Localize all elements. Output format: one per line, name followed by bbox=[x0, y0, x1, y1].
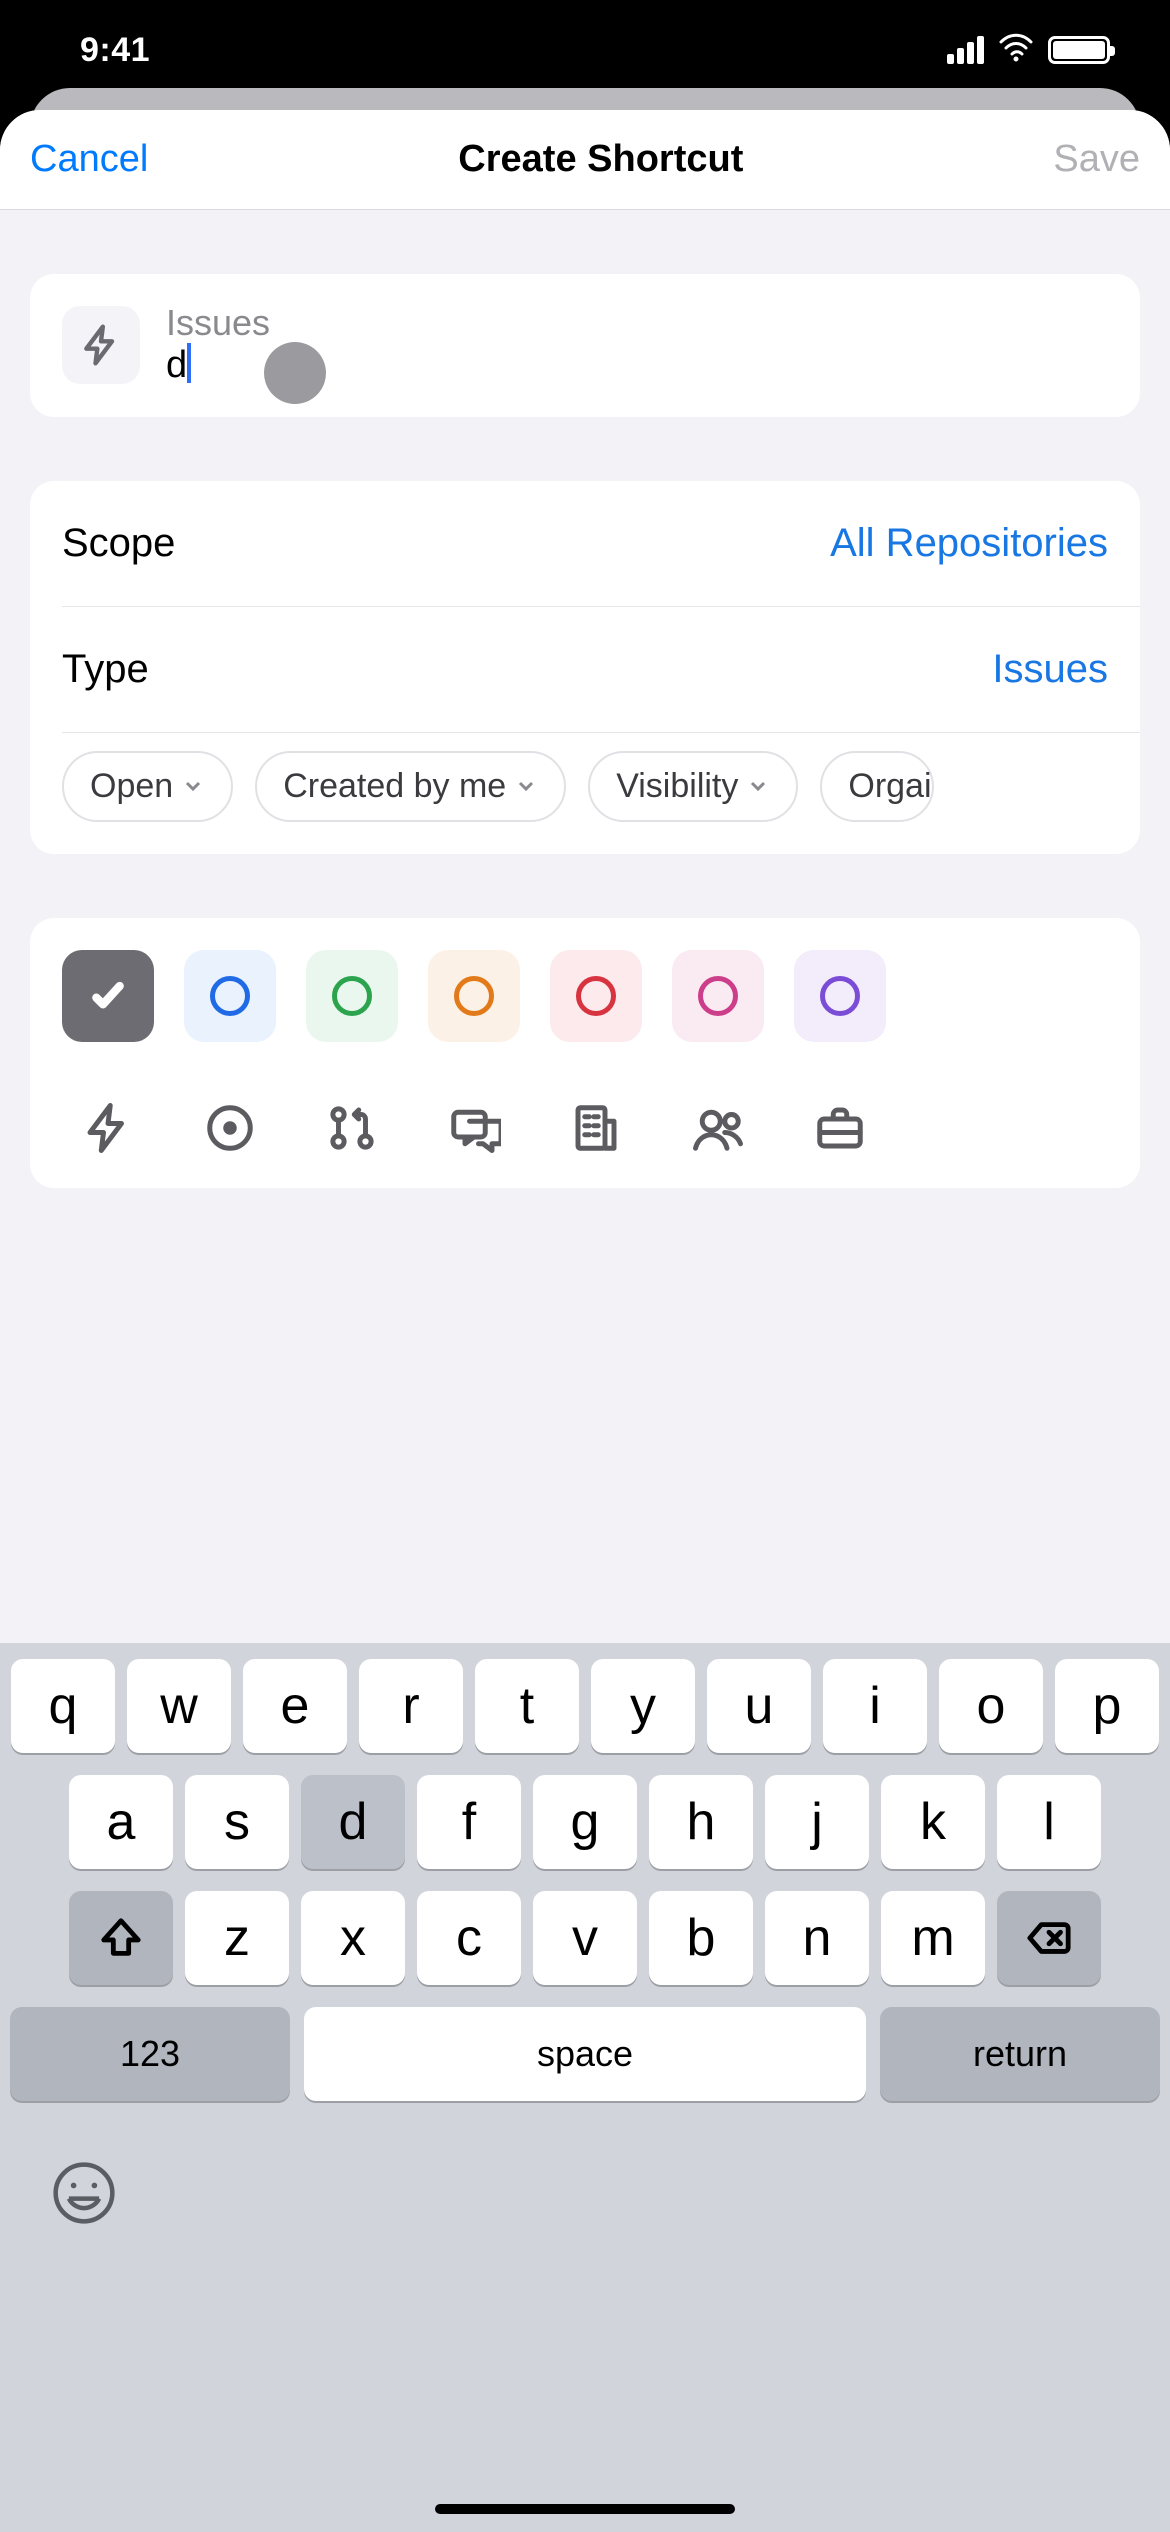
save-button[interactable]: Save bbox=[1053, 138, 1140, 181]
shortcut-name-value: d bbox=[166, 343, 187, 389]
key-z[interactable]: z bbox=[185, 1891, 289, 1985]
bolt-icon bbox=[81, 1101, 135, 1155]
organization-icon bbox=[569, 1101, 623, 1155]
shift-icon bbox=[98, 1915, 144, 1961]
icon-option-issue[interactable] bbox=[184, 1100, 276, 1156]
cancel-button[interactable]: Cancel bbox=[30, 138, 148, 181]
chip-label: Visibility bbox=[616, 767, 738, 806]
color-swatch[interactable] bbox=[550, 950, 642, 1042]
chip-label: Orgai bbox=[848, 767, 931, 806]
people-icon bbox=[691, 1101, 745, 1155]
color-swatch[interactable] bbox=[428, 950, 520, 1042]
color-swatch[interactable] bbox=[672, 950, 764, 1042]
emoji-key[interactable] bbox=[50, 2159, 118, 2227]
key-k[interactable]: k bbox=[881, 1775, 985, 1869]
issue-icon bbox=[203, 1101, 257, 1155]
key-h[interactable]: h bbox=[649, 1775, 753, 1869]
key-q[interactable]: q bbox=[11, 1659, 115, 1753]
key-w[interactable]: w bbox=[127, 1659, 231, 1753]
numbers-key[interactable]: 123 bbox=[10, 2007, 290, 2101]
chip-label: Open bbox=[90, 767, 173, 806]
status-time: 9:41 bbox=[80, 31, 150, 70]
chevron-down-icon bbox=[514, 774, 538, 798]
emoji-icon bbox=[50, 2159, 118, 2227]
home-indicator[interactable] bbox=[435, 2504, 735, 2514]
wifi-icon bbox=[998, 30, 1034, 71]
key-d[interactable]: d bbox=[301, 1775, 405, 1869]
cellular-icon bbox=[947, 36, 984, 64]
bolt-icon bbox=[79, 323, 123, 367]
color-swatch[interactable] bbox=[794, 950, 886, 1042]
filter-chip-created-by-me[interactable]: Created by me bbox=[255, 751, 566, 822]
key-m[interactable]: m bbox=[881, 1891, 985, 1985]
shortcut-name-card: Issues d bbox=[30, 274, 1140, 417]
shortcut-icon-button[interactable] bbox=[62, 306, 140, 384]
key-a[interactable]: a bbox=[69, 1775, 173, 1869]
text-caret bbox=[187, 343, 191, 383]
key-p[interactable]: p bbox=[1055, 1659, 1159, 1753]
battery-icon bbox=[1048, 36, 1110, 64]
key-l[interactable]: l bbox=[997, 1775, 1101, 1869]
filter-chip-visibility[interactable]: Visibility bbox=[588, 751, 798, 822]
key-o[interactable]: o bbox=[939, 1659, 1043, 1753]
touch-indicator bbox=[264, 342, 326, 404]
color-swatch-selected[interactable] bbox=[62, 950, 154, 1042]
icon-picker-row bbox=[62, 1100, 1108, 1156]
discussion-icon bbox=[447, 1101, 501, 1155]
type-label: Type bbox=[62, 647, 149, 692]
key-v[interactable]: v bbox=[533, 1891, 637, 1985]
type-row[interactable]: Type Issues bbox=[30, 607, 1140, 732]
appearance-card bbox=[30, 918, 1140, 1188]
color-swatch[interactable] bbox=[306, 950, 398, 1042]
backspace-icon bbox=[1026, 1915, 1072, 1961]
icon-option-discussion[interactable] bbox=[428, 1100, 520, 1156]
color-picker-row bbox=[62, 950, 1108, 1042]
key-y[interactable]: y bbox=[591, 1659, 695, 1753]
icon-option-people[interactable] bbox=[672, 1100, 764, 1156]
type-value: Issues bbox=[992, 647, 1108, 692]
key-r[interactable]: r bbox=[359, 1659, 463, 1753]
icon-option-briefcase[interactable] bbox=[794, 1100, 886, 1156]
filter-chip-organization[interactable]: Orgai bbox=[820, 751, 933, 822]
return-key[interactable]: return bbox=[880, 2007, 1160, 2101]
icon-option-pull-request[interactable] bbox=[306, 1100, 398, 1156]
status-bar: 9:41 bbox=[0, 0, 1170, 100]
key-i[interactable]: i bbox=[823, 1659, 927, 1753]
icon-option-organization[interactable] bbox=[550, 1100, 642, 1156]
nav-header: Cancel Create Shortcut Save bbox=[0, 110, 1170, 210]
key-s[interactable]: s bbox=[185, 1775, 289, 1869]
space-key[interactable]: space bbox=[304, 2007, 866, 2101]
key-x[interactable]: x bbox=[301, 1891, 405, 1985]
scope-label: Scope bbox=[62, 521, 175, 566]
pull-request-icon bbox=[325, 1101, 379, 1155]
key-t[interactable]: t bbox=[475, 1659, 579, 1753]
key-g[interactable]: g bbox=[533, 1775, 637, 1869]
filter-chips-row[interactable]: Open Created by me Visibility Orgai bbox=[30, 733, 1140, 854]
key-j[interactable]: j bbox=[765, 1775, 869, 1869]
check-icon bbox=[88, 976, 128, 1016]
settings-card: Scope All Repositories Type Issues Open … bbox=[30, 481, 1140, 854]
key-c[interactable]: c bbox=[417, 1891, 521, 1985]
filter-chip-open[interactable]: Open bbox=[62, 751, 233, 822]
scope-value: All Repositories bbox=[830, 521, 1108, 566]
key-u[interactable]: u bbox=[707, 1659, 811, 1753]
chip-label: Created by me bbox=[283, 767, 506, 806]
backspace-key[interactable] bbox=[997, 1891, 1101, 1985]
icon-option-bolt[interactable] bbox=[62, 1100, 154, 1156]
shift-key[interactable] bbox=[69, 1891, 173, 1985]
ios-keyboard: qwertyuiop asdfghjkl zxcvbnm 123 space r… bbox=[0, 1643, 1170, 2532]
key-b[interactable]: b bbox=[649, 1891, 753, 1985]
status-icons bbox=[947, 30, 1110, 71]
key-n[interactable]: n bbox=[765, 1891, 869, 1985]
key-f[interactable]: f bbox=[417, 1775, 521, 1869]
chevron-down-icon bbox=[181, 774, 205, 798]
key-e[interactable]: e bbox=[243, 1659, 347, 1753]
modal-sheet: Cancel Create Shortcut Save Issues d Sco… bbox=[0, 110, 1170, 2532]
color-swatch[interactable] bbox=[184, 950, 276, 1042]
scope-row[interactable]: Scope All Repositories bbox=[30, 481, 1140, 606]
briefcase-icon bbox=[813, 1101, 867, 1155]
chevron-down-icon bbox=[746, 774, 770, 798]
shortcut-name-placeholder: Issues bbox=[166, 302, 1108, 343]
page-title: Create Shortcut bbox=[458, 138, 743, 181]
